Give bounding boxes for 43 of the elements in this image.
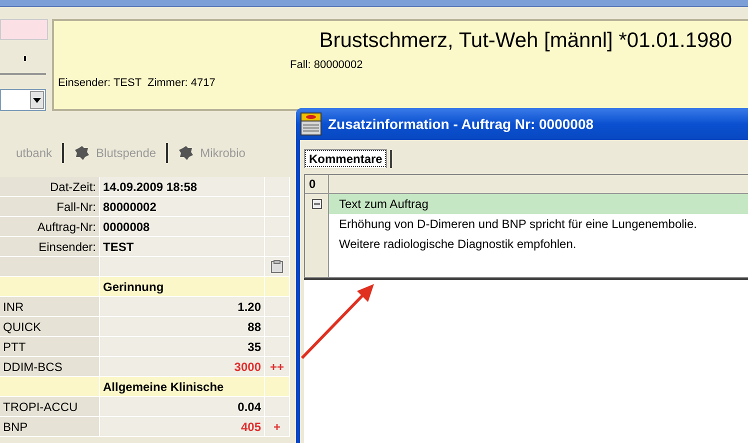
app-icon bbox=[300, 112, 322, 136]
field-label: Einsender: bbox=[0, 237, 100, 257]
comment-text: Weitere radiologische Diagnostik empfohlen. bbox=[338, 236, 578, 253]
field-value: 14.09.2009 18:58 bbox=[100, 177, 265, 197]
table-cell bbox=[265, 297, 290, 317]
table-cell bbox=[265, 217, 290, 237]
flag-text: ++ bbox=[270, 360, 284, 374]
result-value: 3000 bbox=[100, 357, 265, 377]
result-value: 1.20 bbox=[100, 297, 265, 317]
test-name: DDIM-BCS bbox=[0, 357, 100, 377]
table-cell bbox=[265, 177, 290, 197]
field-value: TEST bbox=[100, 237, 265, 257]
result-value: 88 bbox=[100, 317, 265, 337]
column-header: 0 bbox=[305, 175, 329, 193]
section-heading: Allgemeine Klinische bbox=[100, 377, 265, 397]
dropdown[interactable] bbox=[0, 89, 46, 111]
field-label: Dat-Zeit: bbox=[0, 177, 100, 197]
sender-info: Einsender: TEST Zimmer: 4717 bbox=[58, 77, 216, 89]
field-label: Fall-Nr: bbox=[0, 197, 100, 217]
table-cell bbox=[265, 197, 290, 217]
field-value: 0000008 bbox=[100, 217, 265, 237]
test-name: QUICK bbox=[0, 317, 100, 337]
test-name: PTT bbox=[0, 337, 100, 357]
comments-tab[interactable]: Kommentare bbox=[304, 149, 388, 168]
test-name: INR bbox=[0, 297, 100, 317]
case-number: Fall: 80000002 bbox=[290, 59, 363, 71]
test-name: BNP bbox=[0, 417, 100, 437]
patient-name: Brustschmerz, Tut-Weh [männl] *01.01.1980 bbox=[319, 29, 732, 53]
result-value: 35 bbox=[100, 337, 265, 357]
section-heading: Gerinnung bbox=[100, 277, 265, 297]
result-value: 405 bbox=[100, 417, 265, 437]
clipboard-icon[interactable] bbox=[271, 260, 283, 273]
group-title: Text zum Auftrag bbox=[329, 194, 748, 214]
result-value: 0.04 bbox=[100, 397, 265, 417]
comment-text: Erhöhung von D-Dimeren und BNP spricht für eine Lungenembolie. bbox=[338, 216, 698, 233]
flag-text: + bbox=[273, 420, 280, 434]
table-cell bbox=[265, 317, 290, 337]
dialog-title: Zusatzinformation - Auftrag Nr: 0000008 bbox=[328, 116, 594, 132]
field-value: 80000002 bbox=[100, 197, 265, 217]
test-name: TROPI-ACCU bbox=[0, 397, 100, 417]
collapse-icon[interactable] bbox=[312, 199, 322, 209]
color-field bbox=[0, 19, 48, 40]
field-label: Auftrag-Nr: bbox=[0, 217, 100, 237]
